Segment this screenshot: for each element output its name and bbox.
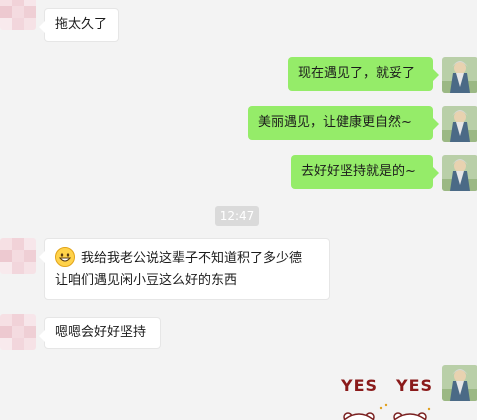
message-text: 拖太久了 — [55, 17, 108, 33]
bear-right-ears — [393, 412, 427, 420]
contact-avatar[interactable] — [0, 238, 36, 274]
message-text-line-2: 让咱们遇见闲小豆这么好的东西 — [55, 273, 238, 288]
bear-left-ears — [343, 412, 375, 420]
message-text: 去好好坚持就是的~ — [301, 164, 416, 180]
sage-figure-icon — [442, 155, 477, 191]
message-text: 美丽遇见，让健康更自然~ — [258, 115, 412, 131]
timestamp: 12:47 — [215, 206, 259, 226]
message-bubble-received[interactable]: 嗯嗯会好好坚持 — [39, 317, 161, 349]
user-avatar[interactable] — [442, 106, 477, 142]
message-bubble-sent[interactable]: 美丽遇见，让健康更自然~ — [248, 106, 439, 140]
bear-sticker[interactable] — [336, 400, 436, 420]
message-text: 嗯嗯会好好坚持 — [55, 325, 147, 341]
contact-avatar[interactable] — [0, 314, 36, 350]
sage-figure-icon — [442, 106, 477, 142]
message-text: 现在遇见了，就妥了 — [298, 66, 416, 82]
user-avatar[interactable] — [442, 155, 477, 191]
sage-figure-icon — [442, 57, 477, 93]
contact-avatar[interactable] — [0, 0, 36, 30]
message-bubble-received[interactable]: 拖太久了 — [39, 8, 119, 42]
sticker-text-left: YES — [341, 376, 379, 395]
message-bubble-received[interactable]: 我给我老公说这辈子不知道积了多少德 让咱们遇见闲小豆这么好的东西 — [39, 238, 330, 300]
user-avatar[interactable] — [442, 57, 477, 93]
message-text-line-1: 我给我老公说这辈子不知道积了多少德 — [81, 251, 303, 266]
sage-figure-icon — [442, 365, 477, 401]
message-line: 我给我老公说这辈子不知道积了多少德 — [55, 247, 319, 270]
message-bubble-sent[interactable]: 去好好坚持就是的~ — [291, 155, 439, 189]
user-avatar[interactable] — [442, 365, 477, 401]
grinning-face-icon — [55, 247, 75, 267]
sticker-text-right: YES — [396, 376, 434, 395]
message-bubble-sent[interactable]: 现在遇见了，就妥了 — [288, 57, 439, 91]
